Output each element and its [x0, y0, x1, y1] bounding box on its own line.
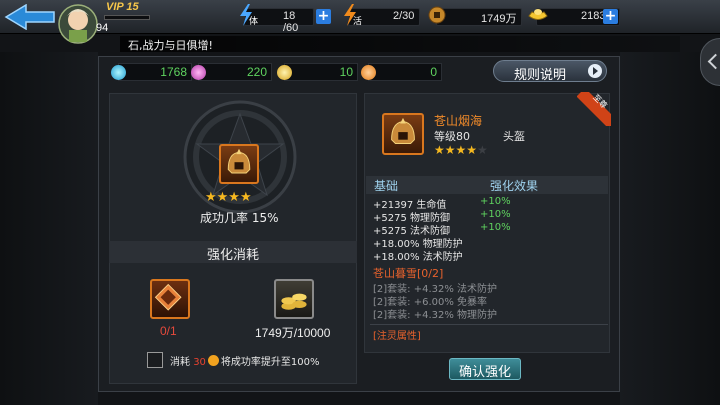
add-gold-button[interactable]: + — [603, 9, 618, 24]
guarantee-checkbox[interactable] — [147, 352, 163, 368]
rules-button-label: 规则说明 — [514, 68, 567, 83]
purple-gem-icon — [191, 65, 206, 80]
stamina-label: 体 — [249, 17, 259, 27]
helmet-icon — [227, 148, 251, 174]
coin-counter: 1749万 — [436, 8, 522, 26]
ticker-text: 石,战力与日俱增! — [128, 39, 213, 52]
forge-stone-icon — [154, 283, 182, 311]
attr-bonus: +10% — [480, 209, 511, 220]
cost-title: 强化消耗 — [109, 241, 357, 263]
blue-gem-icon — [111, 65, 126, 80]
stat-chip-4: 0 — [361, 63, 442, 81]
stat-value-1: 1768 — [160, 65, 187, 79]
stat-value-3: 10 — [339, 65, 353, 79]
coin-cost: 1749万/10000 — [255, 326, 331, 340]
stamina-value: 18 /60 — [283, 10, 299, 34]
spirit-title: [注灵属性] — [373, 331, 421, 342]
attr-bonus: +10% — [480, 222, 511, 233]
stat-chip-2: 220 — [191, 63, 272, 81]
chevron-right-icon — [588, 64, 602, 78]
coin-stack-icon — [281, 293, 307, 310]
gold-value: 2183 — [581, 10, 606, 22]
effect-header: 强化效果 — [490, 179, 539, 193]
stat-value-2: 220 — [246, 65, 267, 79]
item-stars: ★★★★ — [205, 190, 252, 205]
stone-count: 0/1 — [160, 324, 177, 338]
stat-chip-3: 10 — [277, 63, 358, 81]
right-backdrop — [620, 52, 720, 405]
stars-filled: ★★★★ — [434, 143, 478, 157]
vitality-label: 活 — [353, 17, 363, 27]
add-stamina-button[interactable]: + — [316, 9, 331, 24]
player-level: 94 — [96, 22, 109, 34]
helmet-icon — [391, 117, 415, 144]
avatar[interactable] — [52, 0, 102, 44]
rarity-tag: 至尊 — [577, 92, 611, 126]
base-header: 基础 — [374, 179, 399, 193]
vip-label: VIP 15 — [106, 1, 139, 13]
attr-line: +18.00% 法术防护 — [373, 252, 463, 263]
orange-gem-icon — [361, 65, 376, 80]
detail-item-icon — [382, 113, 424, 155]
stat-value-4: 0 — [430, 65, 437, 79]
spirit-section: [注灵属性] — [370, 324, 608, 342]
gold-ingot-icon — [528, 9, 548, 20]
gem-cost-icon — [207, 355, 219, 366]
consume-prefix: 消耗 — [170, 357, 190, 368]
helmet-item-slot[interactable] — [219, 144, 259, 184]
star-empty: ★ — [477, 143, 488, 157]
rules-button[interactable]: 规则说明 — [493, 60, 607, 83]
item-slot: 头盔 — [503, 130, 525, 143]
yellow-gem-icon — [277, 65, 292, 80]
consume-amount: 30 — [193, 357, 206, 368]
consume-suffix: 将成功率提升至100% — [220, 357, 320, 368]
back-arrow-icon — [4, 3, 55, 31]
attribute-header: 基础 强化效果 — [366, 176, 608, 194]
confirm-enhance-button[interactable]: 确认强化 — [449, 358, 521, 380]
item-name: 苍山烟海 — [434, 114, 483, 128]
guarantee-text: 消耗 30 将成功率提升至100% — [170, 353, 320, 368]
material-slot-stone[interactable] — [150, 279, 190, 319]
vitality-value: 2/30 — [393, 10, 415, 22]
material-slot-coins[interactable] — [274, 279, 314, 319]
vip-progress — [104, 15, 150, 20]
item-level: 等级80 — [434, 130, 470, 143]
top-bar: VIP 15 94 18 /60 体 + 2/30 活 1749万 2183 + — [0, 0, 720, 44]
stat-chip-1: 1768 — [111, 63, 192, 81]
attr-bonus: +10% — [480, 196, 511, 207]
coin-value: 1749万 — [481, 13, 517, 25]
copper-coin-icon — [428, 6, 446, 24]
success-rate: 成功几率 15% — [200, 211, 279, 225]
back-button[interactable] — [4, 3, 56, 31]
set-title: 苍山暮雪[0/2] — [373, 267, 444, 280]
announcement-ticker: 石,战力与日俱增! — [120, 36, 680, 52]
set-bonus-line: [2]套装: +4.32% 物理防护 — [373, 310, 498, 321]
left-backdrop — [0, 52, 98, 405]
item-star-rating: ★★★★★ — [434, 143, 488, 157]
